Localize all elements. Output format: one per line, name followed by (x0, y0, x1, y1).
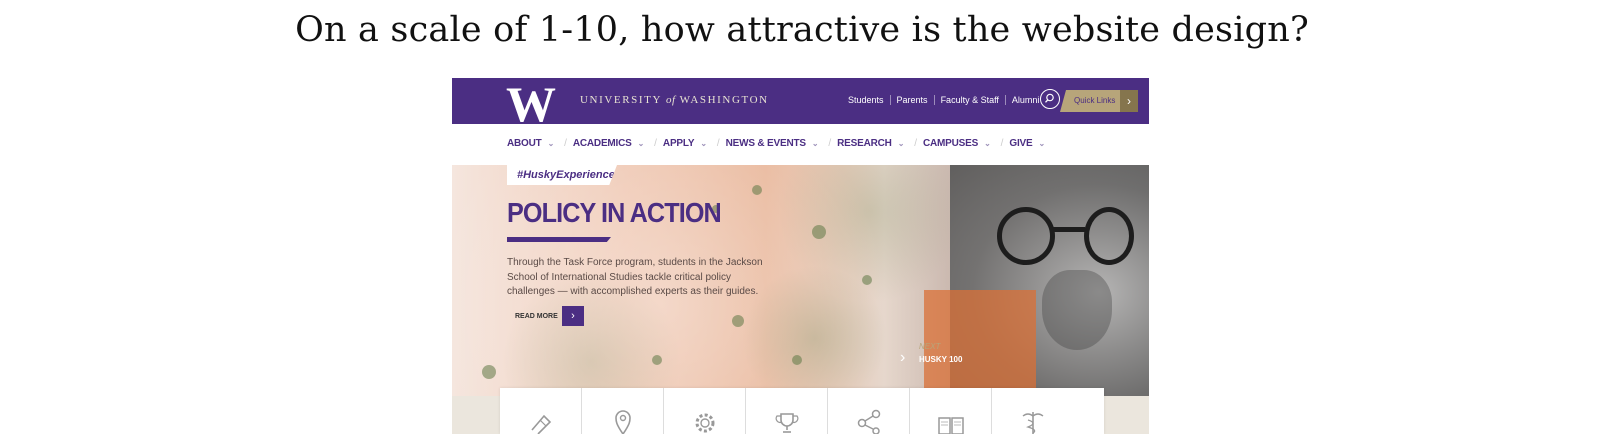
nav-apply[interactable]: APPLY ⌄ (663, 138, 707, 149)
aerial-tree (812, 225, 826, 239)
search-icon[interactable] (1040, 89, 1060, 109)
chevron-right-icon: › (571, 310, 575, 322)
university-name[interactable]: UNIVERSITY of WASHINGTON (580, 94, 769, 106)
orange-collage-block (924, 290, 1036, 396)
next-slide-chevron-icon[interactable]: › (900, 349, 905, 367)
icon-bar (500, 388, 1104, 434)
aerial-tree (652, 355, 662, 365)
top-bar: W UNIVERSITY of WASHINGTON Students Parent… (452, 78, 1149, 132)
icon-bar-item[interactable] (910, 388, 992, 434)
icon-bar-item[interactable] (500, 388, 582, 434)
chevron-right-icon: › (1120, 90, 1138, 112)
website-screenshot: W UNIVERSITY of WASHINGTON Students Parent… (452, 78, 1149, 434)
caduceus-icon (1022, 412, 1044, 434)
nav-about[interactable]: ABOUT ⌄ (507, 138, 554, 149)
aerial-tree (482, 365, 496, 379)
icon-bar-item[interactable] (746, 388, 828, 434)
link-students[interactable]: Students (842, 95, 890, 105)
quick-links-label: Quick Links (1074, 96, 1116, 105)
nav-divider: / (654, 138, 657, 149)
chevron-down-icon: ⌄ (811, 139, 819, 148)
read-more-link[interactable]: READ MORE (515, 313, 558, 320)
chevron-down-icon: ⌄ (984, 139, 991, 148)
trophy-icon (775, 413, 798, 433)
ticket-icon (530, 414, 551, 434)
gear-icon (695, 413, 714, 433)
hero-title: POLICY IN ACTION (507, 197, 722, 228)
aerial-tree (792, 355, 802, 365)
read-more-button[interactable]: › (562, 306, 584, 326)
link-faculty-staff[interactable]: Faculty & Staff (933, 95, 1005, 105)
aerial-tree (862, 275, 872, 285)
nav-campuses[interactable]: CAMPUSES ⌄ (923, 138, 991, 149)
nav-divider: / (564, 138, 567, 149)
share-icon (857, 409, 880, 434)
survey-question: On a scale of 1-10, how attractive is th… (295, 10, 1309, 50)
nav-divider: / (1000, 138, 1004, 149)
chevron-down-icon: ⌄ (637, 139, 645, 148)
hashtag-label[interactable]: #HuskyExperience (507, 165, 617, 185)
uw-w-logo[interactable]: W (500, 78, 562, 132)
icon-bar-item[interactable] (992, 388, 1074, 434)
next-slide-title[interactable]: HUSKY 100 (919, 355, 962, 364)
nav-academics[interactable]: ACADEMICS ⌄ (573, 138, 644, 149)
hero-banner: #HuskyExperience POLICY IN ACTION Throug… (452, 165, 1149, 396)
chevron-down-icon: ⌄ (1038, 139, 1045, 148)
book-icon (937, 417, 964, 434)
icon-bar-item[interactable] (582, 388, 664, 434)
audience-links: Students Parents Faculty & Staff Alumni (842, 95, 1045, 105)
portrait-shading (1042, 270, 1112, 350)
hero-description: Through the Task Force program, students… (507, 257, 763, 297)
svg-text:W: W (506, 82, 556, 124)
next-label: NEXT (919, 342, 941, 351)
glasses-shape (1084, 207, 1134, 265)
chevron-down-icon: ⌄ (897, 139, 905, 148)
link-parents[interactable]: Parents (889, 95, 934, 105)
nav-research[interactable]: RESEARCH ⌄ (837, 138, 904, 149)
aerial-tree (732, 315, 744, 327)
nav-news-events[interactable]: NEWS & EVENTS ⌄ (726, 138, 819, 149)
nav-give[interactable]: GIVE ⌄ (1009, 138, 1045, 149)
chevron-down-icon: ⌄ (547, 139, 555, 148)
nav-divider: / (828, 138, 832, 149)
icon-bar-item[interactable] (664, 388, 746, 434)
main-nav: ABOUT ⌄ / ACADEMICS ⌄ / APPLY ⌄ / NEWS & EV… (452, 124, 1149, 165)
nav-divider: / (716, 138, 720, 149)
icon-bar-item[interactable] (828, 388, 910, 434)
map-pin-icon (614, 410, 631, 434)
glasses-shape (1051, 227, 1085, 232)
glasses-shape (997, 207, 1055, 265)
nav-divider: / (914, 138, 917, 149)
title-underline (507, 237, 611, 242)
aerial-tree (752, 185, 762, 195)
chevron-down-icon: ⌄ (700, 139, 707, 148)
quick-links-button[interactable]: Quick Links › (1060, 90, 1138, 112)
